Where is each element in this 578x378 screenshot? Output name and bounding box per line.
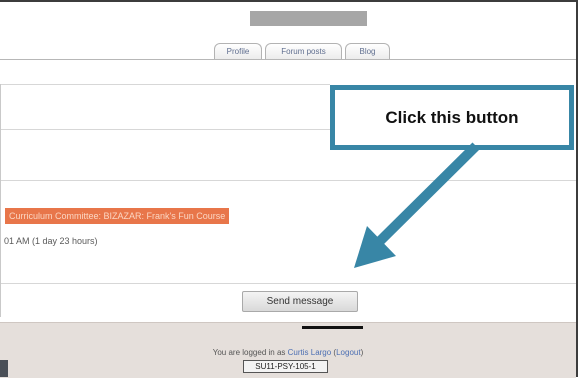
- redacted-title-bar: [250, 11, 367, 26]
- login-info: You are logged in as Curtis Largo (Logou…: [0, 348, 576, 357]
- content-left-border: [0, 84, 1, 317]
- divider-line: [0, 180, 576, 181]
- divider-line: [0, 84, 330, 85]
- corner-mark: [0, 360, 8, 377]
- callout-text: Click this button: [385, 107, 519, 127]
- tab-forum-posts[interactable]: Forum posts: [265, 43, 342, 59]
- logout-close-paren: ): [360, 348, 364, 357]
- tab-blog[interactable]: Blog: [345, 43, 390, 59]
- footer-marker-line: [302, 326, 363, 329]
- login-prefix: You are logged in as: [212, 348, 288, 357]
- divider-line: [0, 283, 576, 284]
- divider-line: [0, 129, 330, 130]
- logout-link[interactable]: Logout: [336, 348, 360, 357]
- course-link[interactable]: Curriculum Committee: BIZAZAR: Frank's F…: [5, 208, 230, 224]
- course-button[interactable]: SU11-PSY-105-1: [243, 360, 328, 373]
- instruction-callout: Click this button: [330, 85, 574, 150]
- user-name-link[interactable]: Curtis Largo: [288, 348, 332, 357]
- send-message-button[interactable]: Send message: [242, 291, 358, 312]
- tabs-divider: [0, 59, 576, 60]
- last-access-time: 01 AM (1 day 23 hours): [4, 236, 98, 246]
- tab-profile[interactable]: Profile: [214, 43, 262, 59]
